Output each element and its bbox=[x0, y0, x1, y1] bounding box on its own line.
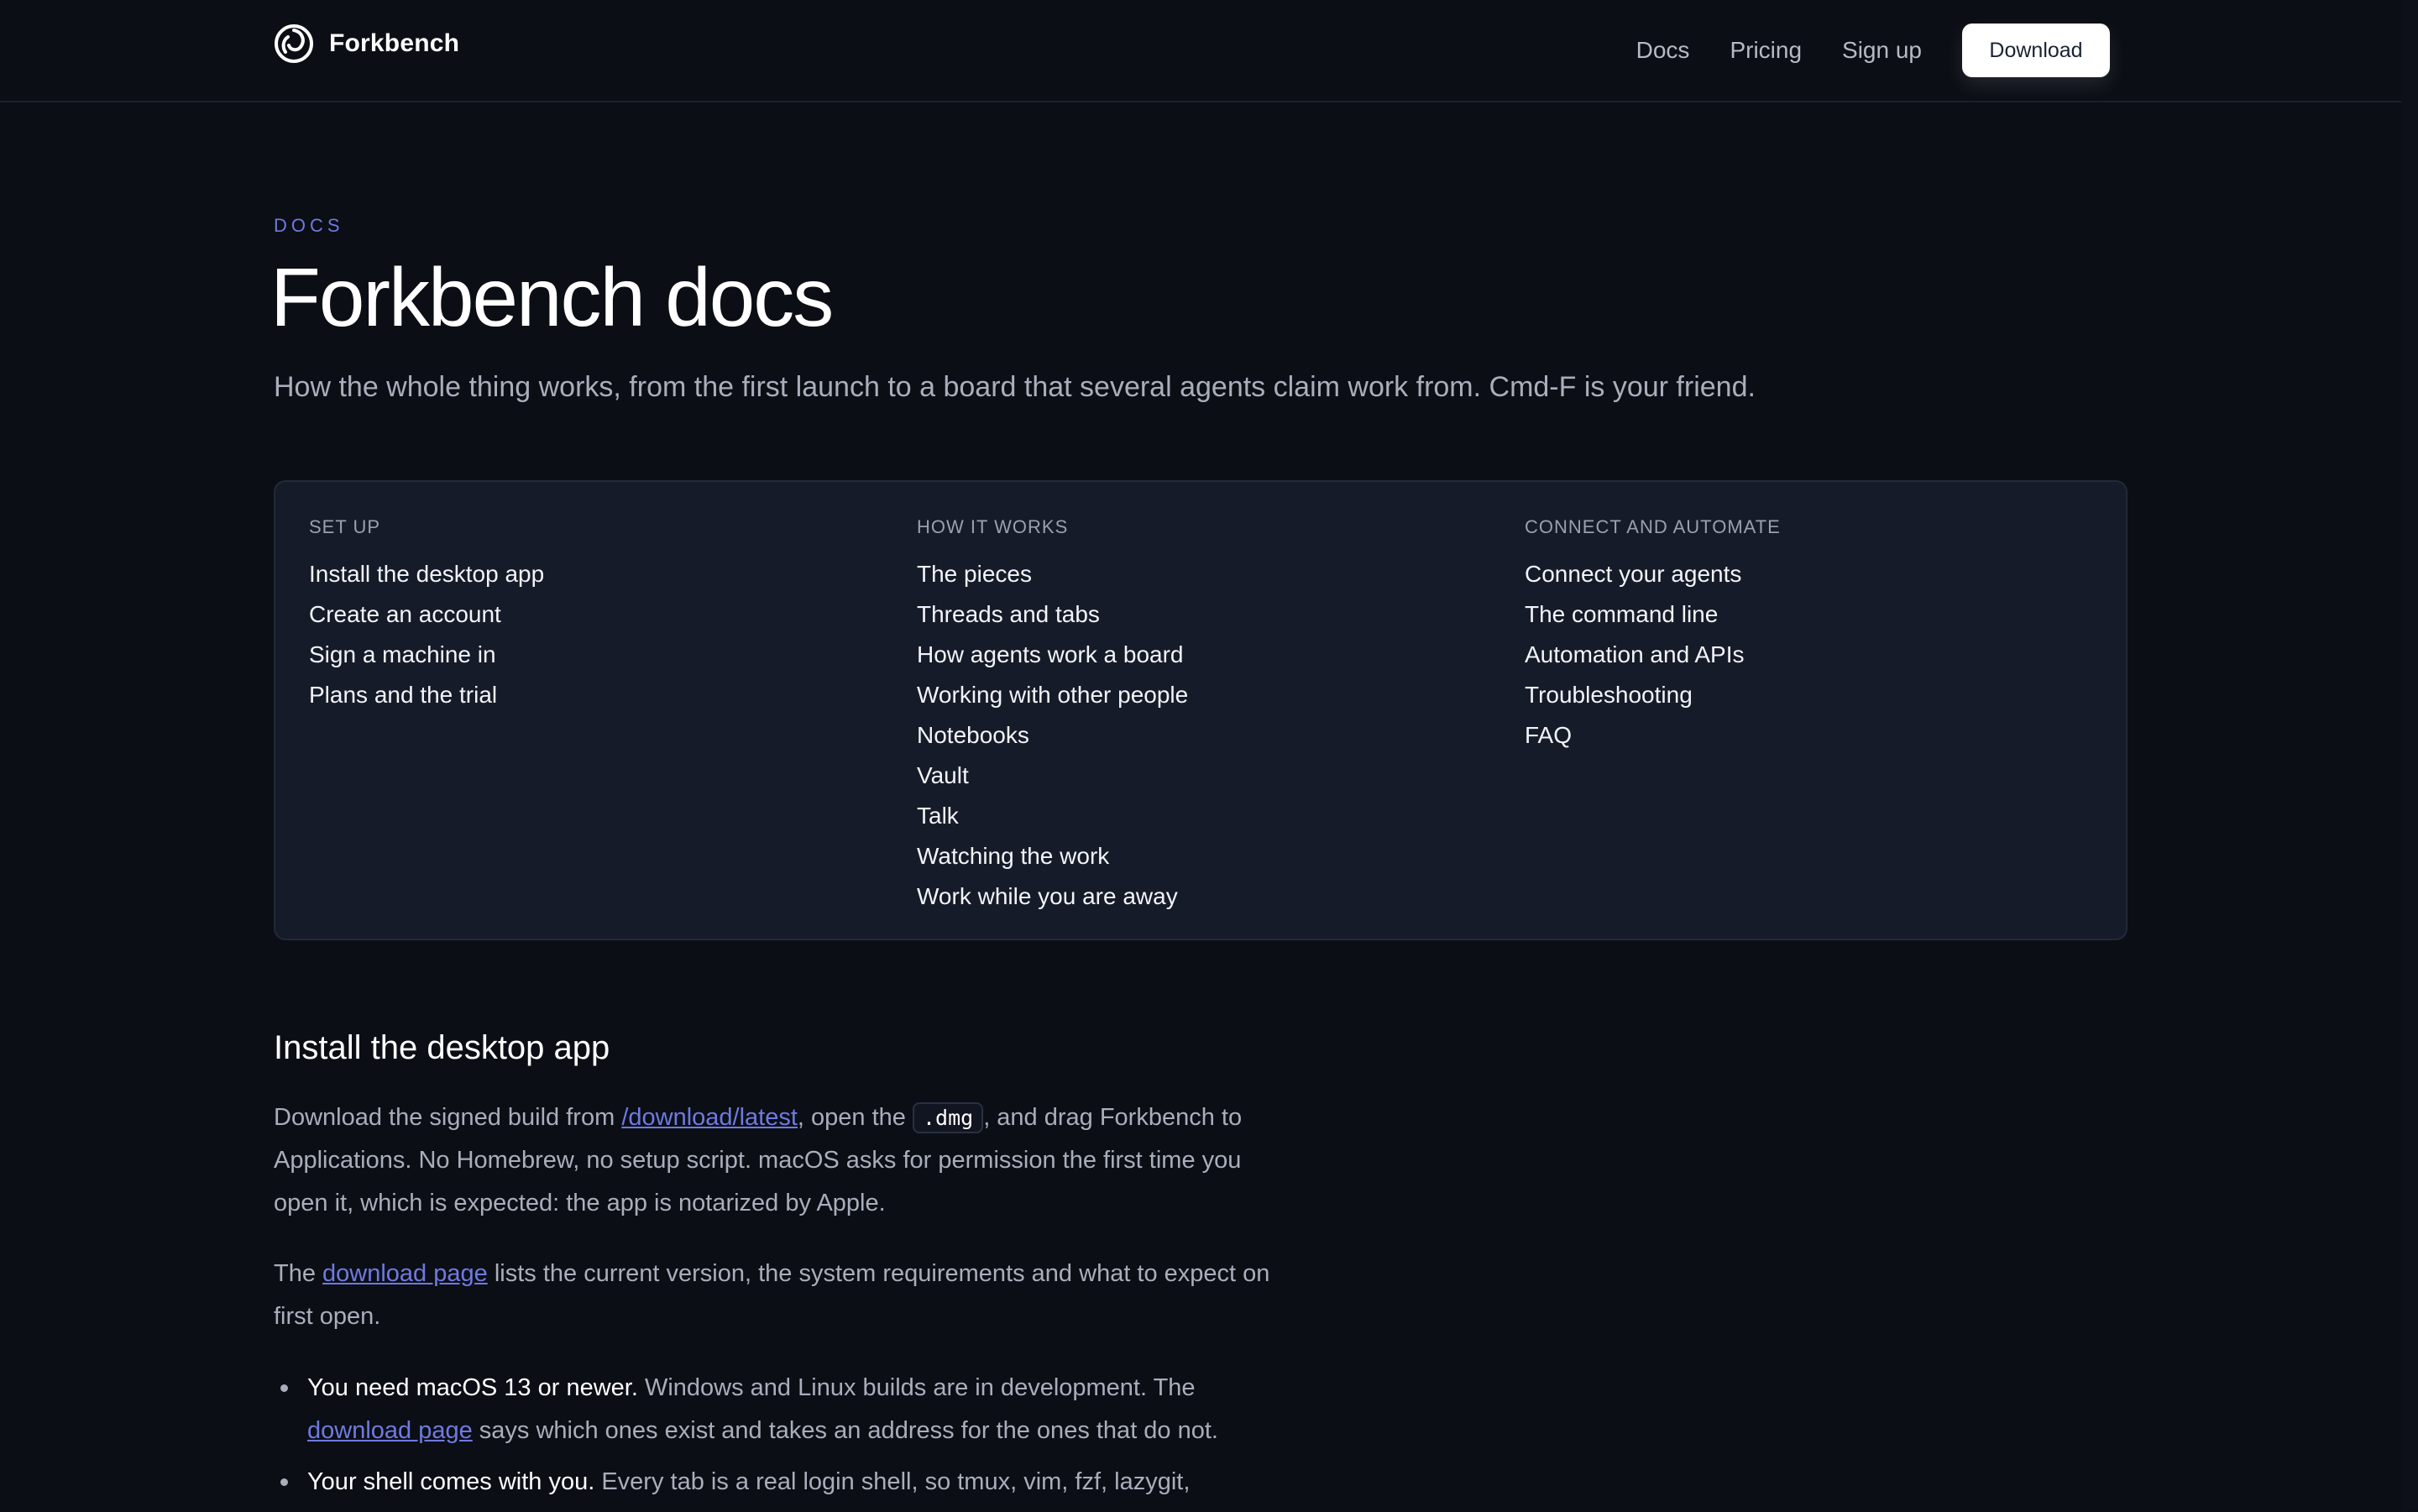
toc-column-set-up: SET UP Install the desktop app Create an… bbox=[309, 514, 544, 715]
toc-link-agents-work-board[interactable]: How agents work a board bbox=[917, 635, 1188, 675]
install-paragraph: Download the signed build from /download… bbox=[274, 1096, 1281, 1225]
download-latest-link[interactable]: /download/latest bbox=[621, 1104, 798, 1131]
toc-link-sign-machine-in[interactable]: Sign a machine in bbox=[309, 635, 544, 675]
toc-heading: CONNECT AND AUTOMATE bbox=[1525, 516, 1781, 537]
docs-eyebrow: DOCS bbox=[274, 215, 344, 236]
toc-link-notebooks[interactable]: Notebooks bbox=[917, 715, 1188, 756]
toc-link-install-desktop-app[interactable]: Install the desktop app bbox=[309, 554, 544, 594]
requirements-list: You need macOS 13 or newer. Windows and … bbox=[274, 1367, 1290, 1512]
site-header: Forkbench Docs Pricing Sign up Download bbox=[0, 0, 2401, 102]
download-page-link[interactable]: download page bbox=[307, 1417, 473, 1444]
list-item: You need macOS 13 or newer. Windows and … bbox=[274, 1367, 1290, 1452]
paragraph-text: , open the bbox=[797, 1104, 913, 1131]
brand[interactable]: Forkbench bbox=[274, 24, 459, 64]
toc-link-watching-work[interactable]: Watching the work bbox=[917, 836, 1188, 876]
docs-table-of-contents: SET UP Install the desktop app Create an… bbox=[274, 480, 2128, 940]
nav-pricing[interactable]: Pricing bbox=[1730, 25, 1802, 76]
download-page-link[interactable]: download page bbox=[322, 1260, 488, 1287]
toc-link-troubleshooting[interactable]: Troubleshooting bbox=[1525, 675, 1781, 715]
list-item: Your shell comes with you. Every tab is … bbox=[274, 1461, 1290, 1504]
page-scrollbar[interactable] bbox=[2401, 0, 2418, 1511]
nav-sign-up[interactable]: Sign up bbox=[1842, 25, 1922, 76]
toc-link-working-with-others[interactable]: Working with other people bbox=[917, 675, 1188, 715]
toc-heading: SET UP bbox=[309, 516, 381, 537]
brand-name: Forkbench bbox=[329, 29, 460, 57]
bullet-lead: Your shell comes with you. bbox=[307, 1468, 595, 1495]
toc-link-faq[interactable]: FAQ bbox=[1525, 715, 1781, 756]
page-lede: How the whole thing works, from the firs… bbox=[274, 371, 1756, 403]
toc-link-connect-agents[interactable]: Connect your agents bbox=[1525, 554, 1781, 594]
bullet-icon bbox=[280, 1478, 288, 1486]
page-title: Forkbench docs bbox=[270, 251, 834, 343]
toc-link-command-line[interactable]: The command line bbox=[1525, 594, 1781, 635]
toc-link-the-pieces[interactable]: The pieces bbox=[917, 554, 1188, 594]
toc-link-work-while-away[interactable]: Work while you are away bbox=[917, 876, 1188, 917]
toc-column-connect-automate: CONNECT AND AUTOMATE Connect your agents… bbox=[1525, 514, 1781, 756]
bullet-lead: You need macOS 13 or newer. bbox=[307, 1374, 638, 1401]
bullet-icon bbox=[280, 1384, 288, 1392]
toc-link-threads-tabs[interactable]: Threads and tabs bbox=[917, 594, 1188, 635]
toc-link-talk[interactable]: Talk bbox=[917, 796, 1188, 836]
paragraph-text: The bbox=[274, 1260, 323, 1287]
toc-column-how-it-works: HOW IT WORKS The pieces Threads and tabs… bbox=[917, 514, 1188, 917]
bullet-text: Every tab is a real login shell, so tmux… bbox=[594, 1468, 1191, 1495]
toc-link-plans-trial[interactable]: Plans and the trial bbox=[309, 675, 544, 715]
toc-link-automation-apis[interactable]: Automation and APIs bbox=[1525, 635, 1781, 675]
toc-heading: HOW IT WORKS bbox=[917, 516, 1069, 537]
toc-link-create-account[interactable]: Create an account bbox=[309, 594, 544, 635]
forkbench-logo-icon bbox=[275, 24, 313, 63]
toc-link-vault[interactable]: Vault bbox=[917, 756, 1188, 796]
top-nav: Docs Pricing Sign up Download bbox=[1636, 24, 2110, 77]
dmg-code: .dmg bbox=[912, 1102, 984, 1133]
paragraph-text: Download the signed build from bbox=[274, 1104, 622, 1131]
bullet-text: Windows and Linux builds are in developm… bbox=[637, 1374, 1196, 1401]
download-page-paragraph: The download page lists the current vers… bbox=[274, 1253, 1281, 1338]
section-title-install: Install the desktop app bbox=[274, 1029, 610, 1066]
download-button[interactable]: Download bbox=[1962, 24, 2110, 77]
bullet-text: says which ones exist and takes an addre… bbox=[472, 1417, 1218, 1444]
nav-docs[interactable]: Docs bbox=[1636, 25, 1690, 76]
